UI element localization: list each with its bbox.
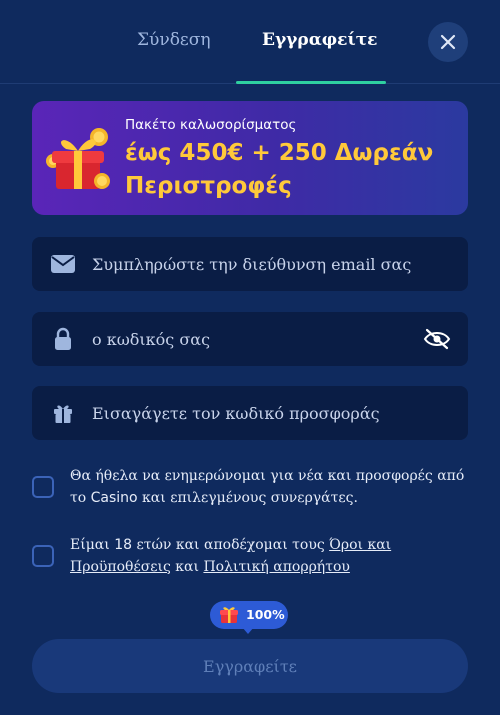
newsletter-consent-text: Θα ήθελα να ενημερώνομαι για νέα και προ… xyxy=(70,465,466,509)
age-terms-checkbox[interactable] xyxy=(32,545,54,567)
progress-label: 100% xyxy=(246,607,285,622)
lock-icon xyxy=(50,327,76,351)
email-input[interactable] xyxy=(92,237,422,291)
close-button[interactable] xyxy=(428,22,468,62)
newsletter-checkbox[interactable] xyxy=(32,476,54,498)
register-submit-button[interactable]: Εγγραφείτε xyxy=(32,639,468,693)
banner-headline: έως 450€ + 250 Δωρεάν Περιστροφές xyxy=(125,140,434,199)
gift-progress-icon xyxy=(220,607,238,623)
envelope-icon xyxy=(50,252,76,276)
welcome-bonus-banner: Πακέτο καλωσορίσματος έως 450€ + 250 Δωρ… xyxy=(32,101,468,215)
age-text-and: και xyxy=(170,559,204,575)
newsletter-text-end: και επιλεγμένους συνεργάτες. xyxy=(137,490,358,506)
age-text-mid: ετών και αποδέχομαι τους xyxy=(132,537,330,553)
newsletter-brand: Casino xyxy=(90,490,138,506)
password-input[interactable] xyxy=(92,312,422,366)
age-text-start: Είμαι xyxy=(70,537,115,553)
age-number: 18 xyxy=(114,537,133,553)
privacy-policy-link[interactable]: Πολιτική απορρήτου xyxy=(203,559,349,575)
gift-box-coins-icon xyxy=(46,128,110,189)
email-field-container xyxy=(32,237,468,291)
eye-slash-icon[interactable] xyxy=(422,325,452,353)
tab-login[interactable]: Σύνδεση xyxy=(137,30,211,50)
close-icon xyxy=(440,34,456,50)
banner-kicker: Πακέτο καλωσορίσματος xyxy=(125,117,297,133)
active-tab-indicator xyxy=(236,81,386,84)
promo-code-input[interactable] xyxy=(92,386,422,440)
auth-tabs: Σύνδεση Εγγραφείτε xyxy=(0,0,500,84)
progress-badge-pointer xyxy=(242,627,254,634)
tab-register[interactable]: Εγγραφείτε xyxy=(262,30,378,50)
gift-icon xyxy=(50,401,76,425)
promo-field-container xyxy=(32,386,468,440)
password-field-container xyxy=(32,312,468,366)
age-terms-consent-text: Είμαι 18 ετών και αποδέχομαι τους Όροι κ… xyxy=(70,534,466,578)
signup-progress-badge: 100% xyxy=(210,601,288,634)
